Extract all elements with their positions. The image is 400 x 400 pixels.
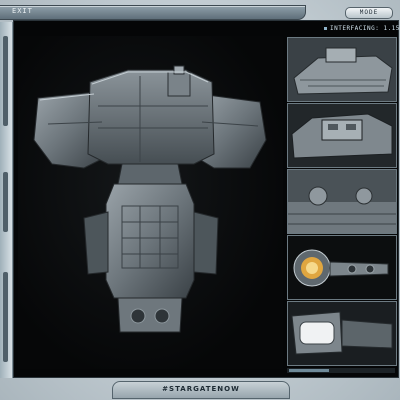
status-text: INTERFACING: 1.15 bbox=[330, 25, 400, 32]
ship-engine-icon bbox=[288, 236, 396, 299]
thumbnail-3[interactable] bbox=[287, 169, 397, 234]
status-dot-icon bbox=[324, 27, 327, 30]
exit-plate[interactable] bbox=[0, 5, 306, 20]
ship-top-icon bbox=[288, 38, 396, 101]
thumbnail-5[interactable] bbox=[287, 301, 397, 366]
thumbnail-1[interactable] bbox=[287, 37, 397, 102]
rail-slot bbox=[3, 172, 8, 232]
top-toolbar: EXIT MODE bbox=[0, 0, 400, 20]
thumbnail-scrollbar[interactable] bbox=[287, 368, 395, 373]
left-rail bbox=[0, 22, 13, 378]
thumbnail-2[interactable] bbox=[287, 103, 397, 168]
scrollbar-thumb[interactable] bbox=[289, 369, 329, 372]
rail-slot bbox=[3, 272, 8, 362]
hashtag-plate: #STARGATENOW bbox=[112, 381, 290, 399]
status-strip: INTERFACING: 1.15 bbox=[288, 23, 399, 35]
ship-bay-icon bbox=[288, 302, 396, 365]
main-viewport[interactable] bbox=[18, 36, 283, 369]
spaceship-icon bbox=[33, 65, 267, 333]
thumbnail-4[interactable] bbox=[287, 235, 397, 300]
hashtag-label: #STARGATENOW bbox=[162, 385, 240, 393]
ship-hull-icon bbox=[288, 170, 396, 233]
mode-button[interactable]: MODE bbox=[345, 7, 393, 19]
exit-button[interactable]: EXIT bbox=[12, 7, 33, 15]
rail-slot bbox=[3, 36, 8, 126]
ship-bridge-icon bbox=[288, 104, 396, 167]
